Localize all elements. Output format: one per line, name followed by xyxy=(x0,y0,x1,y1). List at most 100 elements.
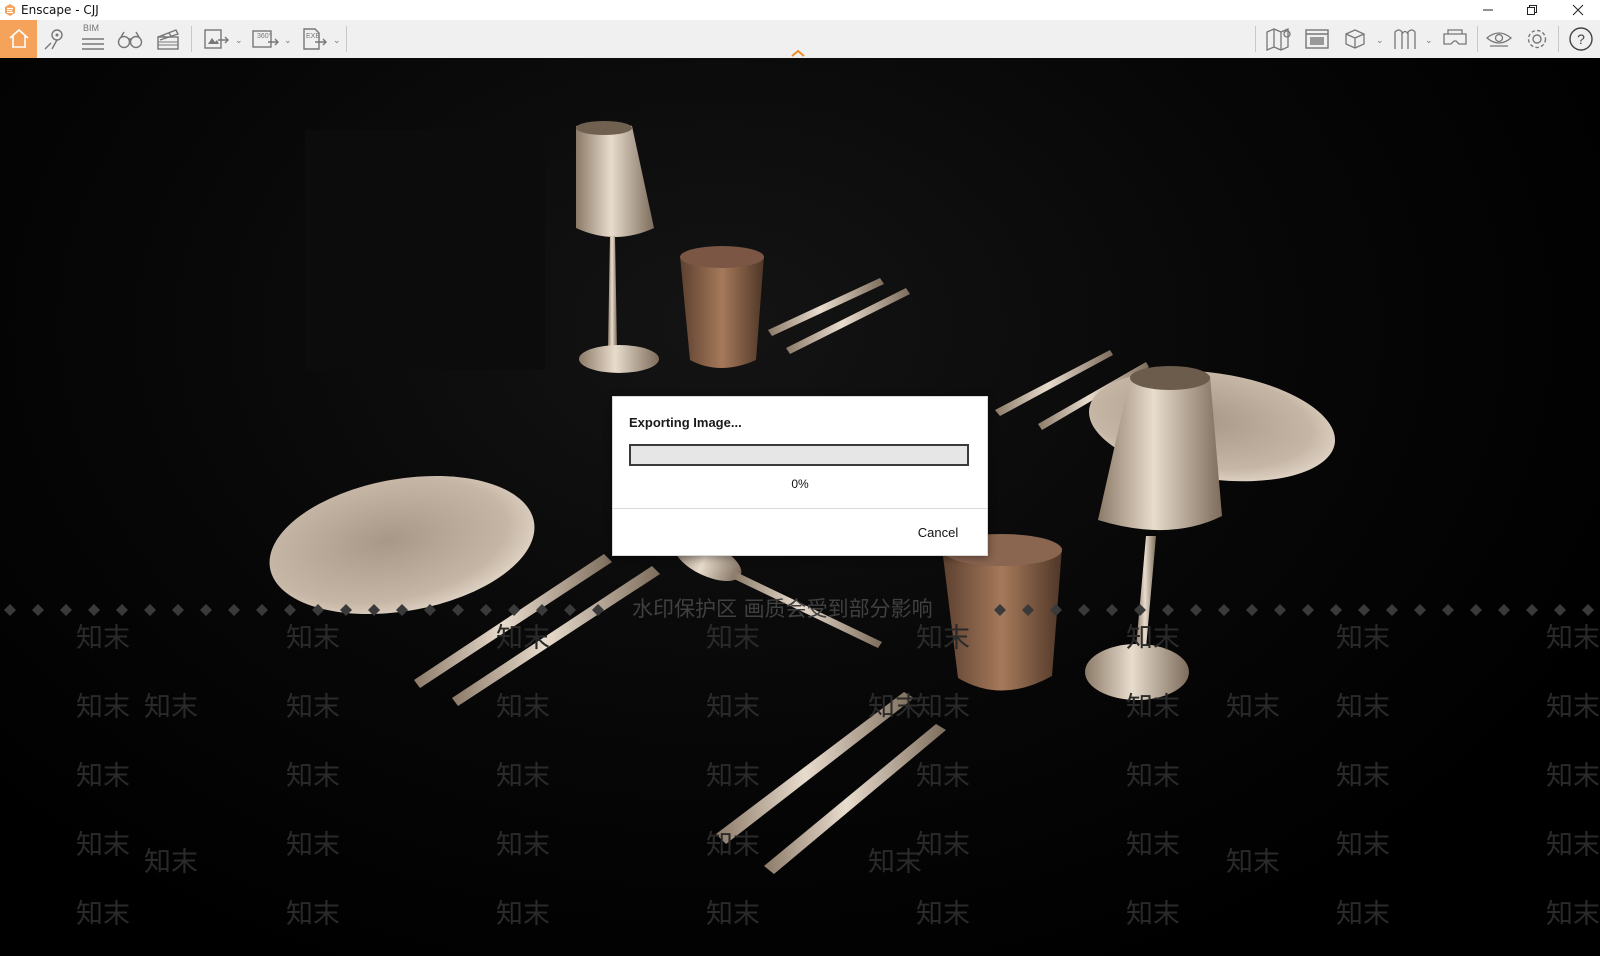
views-button[interactable] xyxy=(113,22,147,56)
watermark-mark: 知末 xyxy=(286,830,340,861)
material-editor-button[interactable] xyxy=(1388,22,1422,56)
watermark-mark: 知末 xyxy=(144,692,198,723)
home-icon xyxy=(8,28,29,48)
view-management-button[interactable] xyxy=(1300,22,1334,56)
watermark-mark: 知末 xyxy=(286,623,340,654)
minimize-button[interactable] xyxy=(1466,0,1510,20)
watermark-mark: 知末 xyxy=(1126,830,1180,861)
watermark-mark: 知末 xyxy=(916,761,970,792)
vr-headset-button[interactable] xyxy=(1438,22,1472,56)
cancel-button[interactable]: Cancel xyxy=(903,521,973,545)
visual-settings-icon xyxy=(1485,32,1513,47)
asset-library-button[interactable] xyxy=(1338,22,1372,56)
watermark-mark: 知末 xyxy=(1336,692,1390,723)
minimize-icon xyxy=(1483,9,1493,11)
close-button[interactable] xyxy=(1556,0,1600,20)
watermark-mark: 知末 xyxy=(76,761,130,792)
enscape-logo-icon xyxy=(5,4,15,16)
export-progress-bar xyxy=(629,444,969,466)
asset-library-icon xyxy=(1345,29,1365,49)
watermark-mark: 知末 xyxy=(1336,830,1390,861)
watermark-mark: 知末 xyxy=(76,830,130,861)
watermark-mark: 知末 xyxy=(1546,692,1600,723)
chair-shadow xyxy=(305,130,545,370)
close-icon xyxy=(1572,4,1584,16)
watermark-notice: 水印保护区 画质会受到部分影响 xyxy=(632,597,933,621)
watermark-mark: 知末 xyxy=(706,761,760,792)
svg-text:?: ? xyxy=(1577,31,1585,47)
toolbar-separator xyxy=(1255,26,1256,52)
chevron-down-icon[interactable]: ⌄ xyxy=(333,35,341,46)
watermark-mark: 知末 xyxy=(1336,623,1390,654)
visual-settings-button[interactable] xyxy=(1482,22,1516,56)
screenshot-export-button[interactable] xyxy=(199,22,233,56)
watermark-mark: 知末 xyxy=(1546,623,1600,654)
bim-button[interactable]: BIM xyxy=(76,22,110,56)
panorama-export-button[interactable]: 360° xyxy=(248,22,282,56)
restore-button[interactable] xyxy=(1510,0,1554,20)
settings-gear-icon xyxy=(1527,29,1547,49)
watermark-mark: 知末 xyxy=(706,830,760,861)
chevron-down-icon[interactable]: ⌄ xyxy=(1425,35,1433,46)
clapper-icon xyxy=(157,29,179,50)
watermark-mark: 知末 xyxy=(1126,761,1180,792)
watermark-mark: 知末 xyxy=(1336,899,1390,930)
wine-glass xyxy=(576,122,654,237)
location-pin-icon xyxy=(44,29,63,50)
watermark-mark: 知末 xyxy=(1126,623,1180,654)
map-button[interactable] xyxy=(1262,22,1296,56)
screenshot-export-icon xyxy=(204,29,229,49)
watermark-mark: 知末 xyxy=(916,623,970,654)
help-icon: ? xyxy=(1569,27,1593,51)
vr-headset-icon xyxy=(1443,29,1467,45)
dialog-divider xyxy=(613,508,987,509)
watermark-mark: 知末 xyxy=(286,899,340,930)
watermark-mark: 知末 xyxy=(868,692,922,723)
watermark-mark: 知末 xyxy=(76,623,130,654)
watermark-mark: 知末 xyxy=(76,899,130,930)
chevron-down-icon[interactable]: ⌄ xyxy=(235,35,243,46)
exe-export-button[interactable]: EXE xyxy=(297,22,331,56)
chevron-down-icon[interactable]: ⌄ xyxy=(284,35,292,46)
progress-percent: 0% xyxy=(791,477,809,491)
home-button[interactable] xyxy=(0,20,37,58)
watermark-mark: 知末 xyxy=(868,847,922,878)
watermark-mark: 知末 xyxy=(1546,830,1600,861)
cup-rim xyxy=(680,246,764,268)
watermark-mark: 知末 xyxy=(286,692,340,723)
watermark-mark: 知末 xyxy=(496,692,550,723)
watermark-mark: 知末 xyxy=(286,761,340,792)
watermark-mark: 知末 xyxy=(496,830,550,861)
watermark-mark: 知末 xyxy=(706,623,760,654)
wine-glass-rim xyxy=(1130,366,1210,390)
watermark-mark: 知末 xyxy=(1546,899,1600,930)
video-editor-button[interactable] xyxy=(151,22,185,56)
toolbar-separator xyxy=(191,26,192,52)
material-icon xyxy=(1394,29,1416,49)
watermark-mark: 知末 xyxy=(706,899,760,930)
window-titlebar: Enscape - CJJ xyxy=(0,0,1600,20)
help-button[interactable]: ? xyxy=(1564,22,1598,56)
location-button[interactable] xyxy=(38,22,72,56)
settings-button[interactable] xyxy=(1520,22,1554,56)
watermark-mark: 知末 xyxy=(1546,761,1600,792)
exe-label: EXE xyxy=(306,33,321,40)
textured-cup xyxy=(680,256,764,368)
chevron-up-icon xyxy=(791,49,805,57)
watermark-mark: 知末 xyxy=(1226,847,1280,878)
watermark-mark: 知末 xyxy=(144,847,198,878)
watermark-mark: 知末 xyxy=(1126,692,1180,723)
dialog-title: Exporting Image... xyxy=(629,415,742,430)
restore-icon xyxy=(1527,5,1537,15)
main-toolbar: BIM ⌄ 360° ⌄ EXE ⌄ ⌄ ⌄ ? xyxy=(0,20,1600,59)
chevron-down-icon[interactable]: ⌄ xyxy=(1376,35,1384,46)
watermark-mark: 知末 xyxy=(496,899,550,930)
watermark-mark: 知末 xyxy=(496,761,550,792)
wine-glass-stem xyxy=(608,236,617,348)
map-icon xyxy=(1266,28,1291,51)
export-progress-dialog: Exporting Image... 0% Cancel xyxy=(612,396,988,556)
binoculars-icon xyxy=(117,31,143,49)
watermark-mark: 知末 xyxy=(916,899,970,930)
toolbar-separator xyxy=(346,26,347,52)
watermark-mark: 知末 xyxy=(916,692,970,723)
